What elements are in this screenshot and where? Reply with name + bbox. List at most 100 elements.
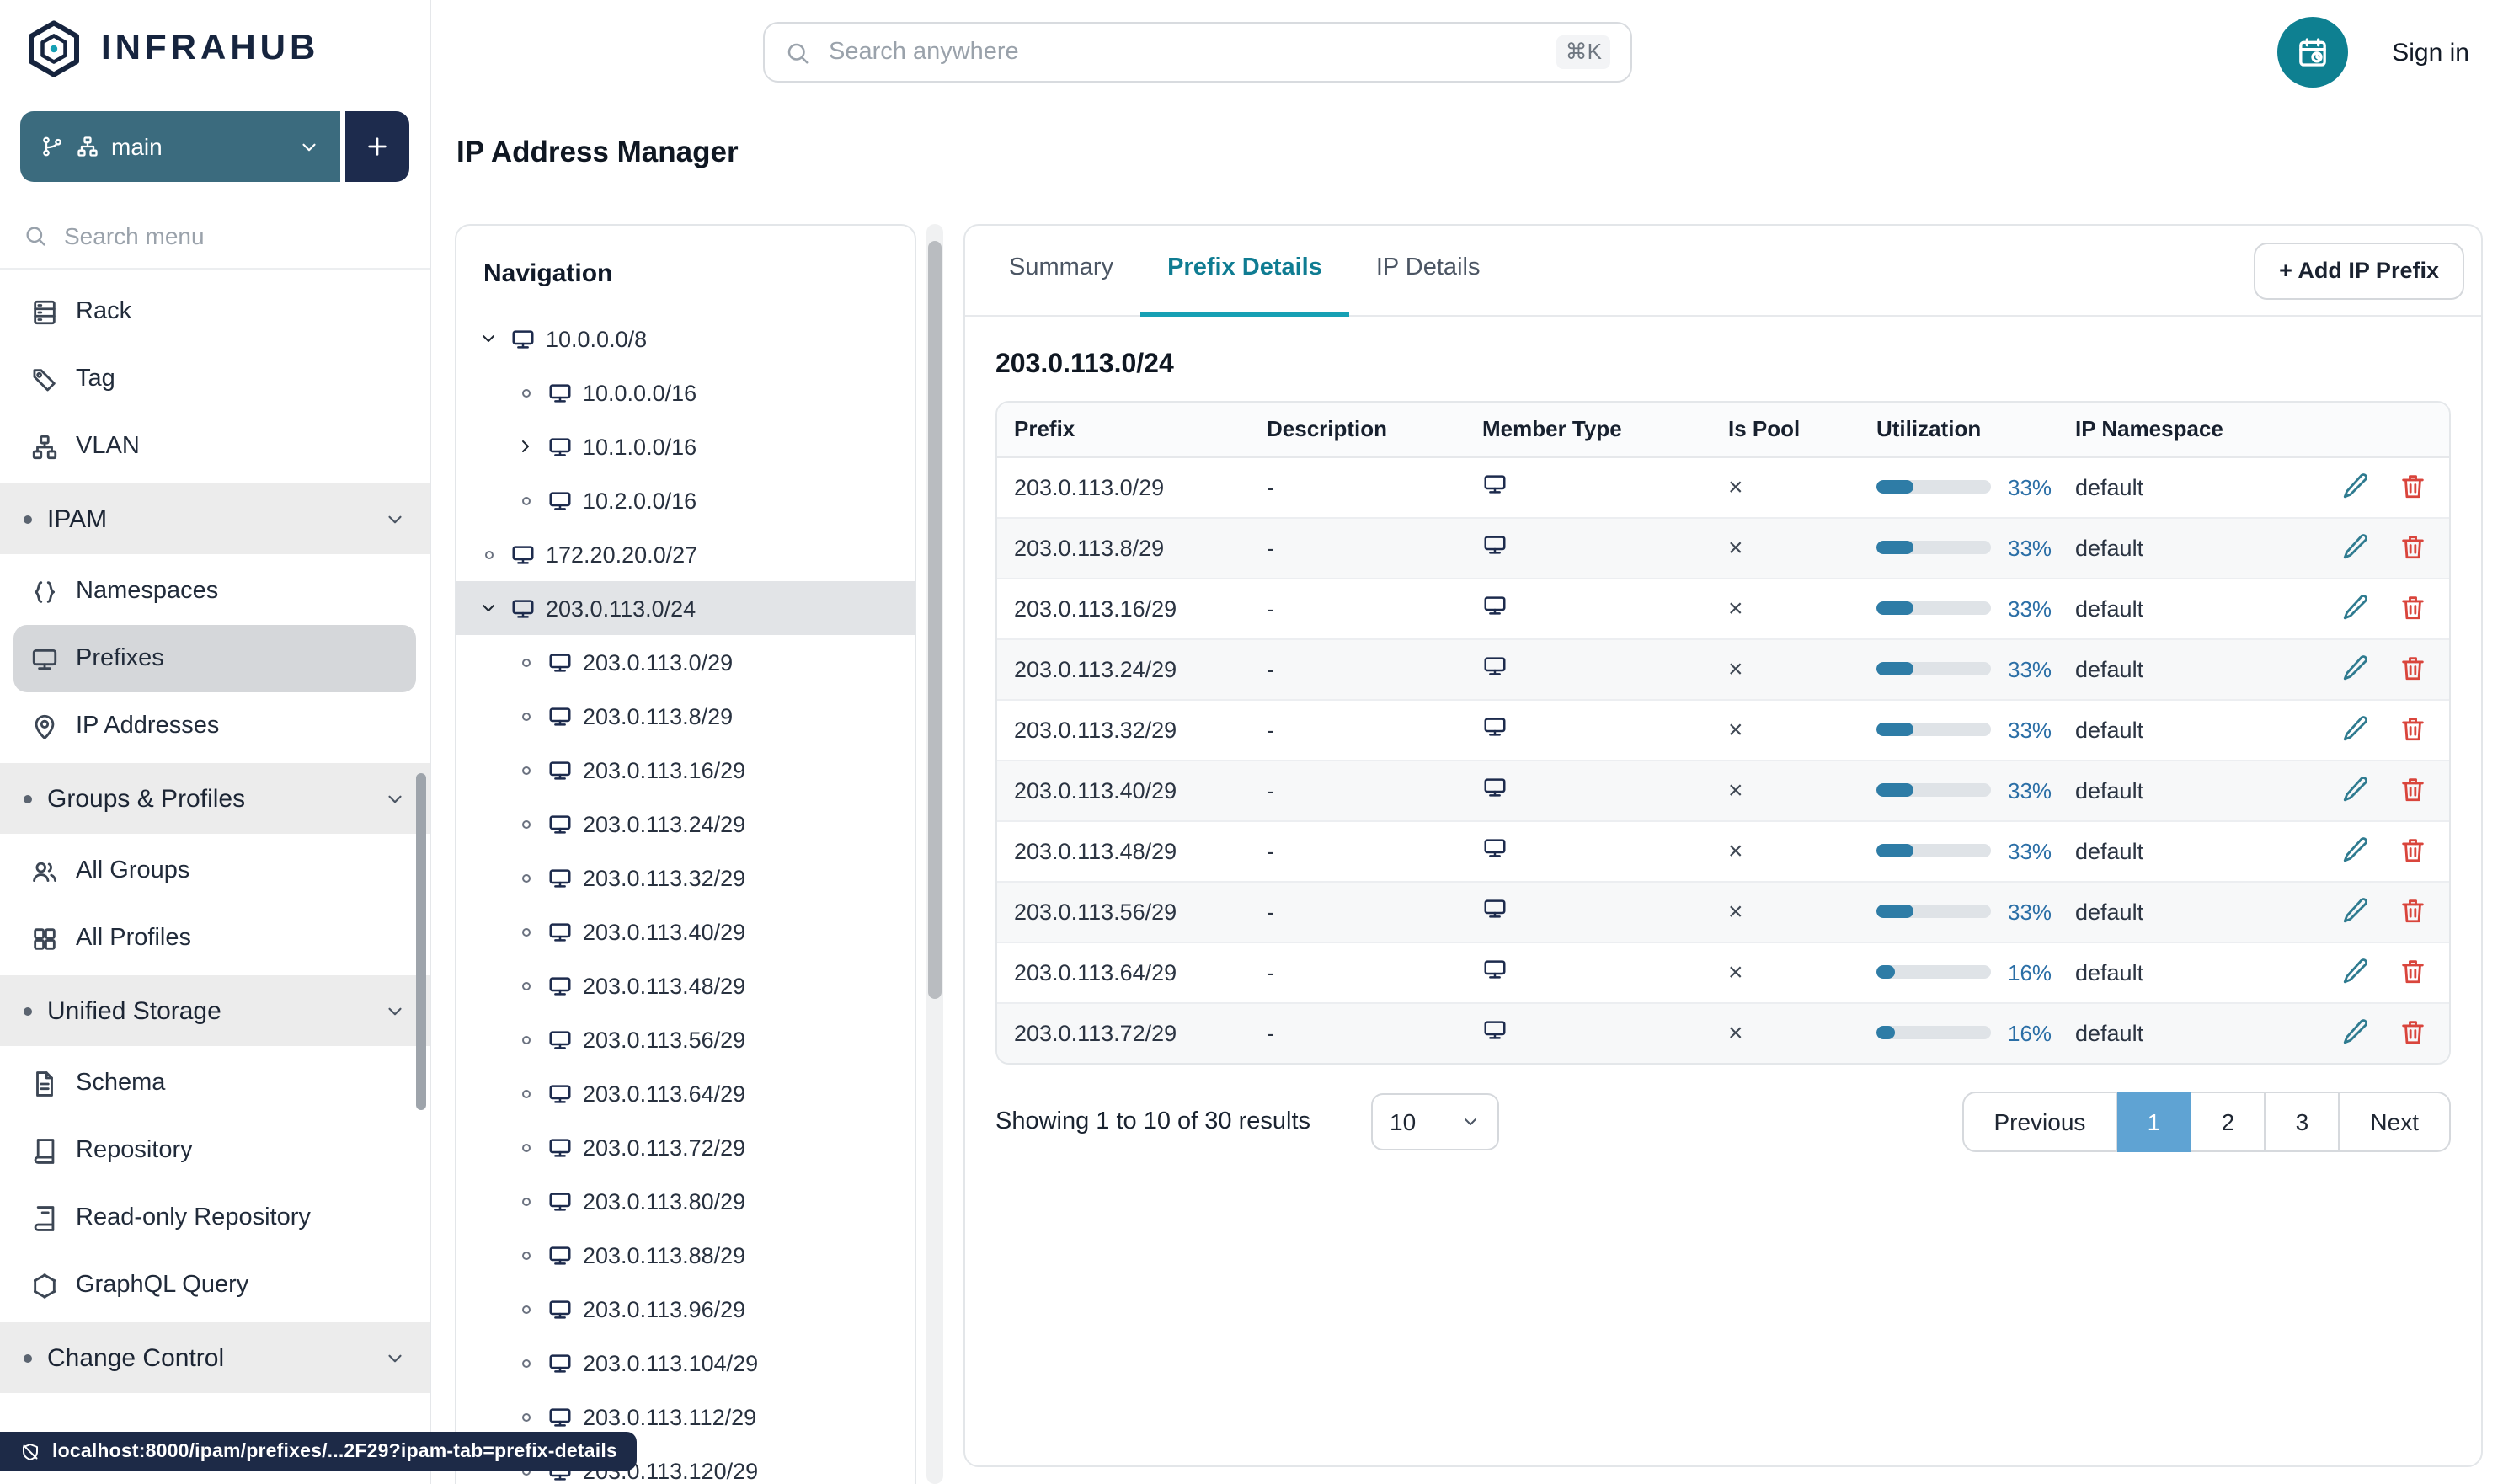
tree-item-203-0-113-8-29[interactable]: 203.0.113.8/29 — [456, 689, 915, 743]
delete-button[interactable] — [2399, 654, 2429, 684]
prefix-cell[interactable]: 203.0.113.40/29 — [997, 760, 1250, 821]
edit-button[interactable] — [2341, 896, 2372, 926]
tree-item-203-0-113-80-29[interactable]: 203.0.113.80/29 — [456, 1174, 915, 1228]
sidebar-item-graphql-query[interactable]: GraphQL Query — [13, 1252, 416, 1319]
table-row: 203.0.113.8/29- × 33% default — [997, 517, 2449, 579]
sidebar-group-unified-storage[interactable]: Unified Storage — [0, 975, 430, 1046]
tree-item-203-0-113-48-29[interactable]: 203.0.113.48/29 — [456, 958, 915, 1012]
page-button-2[interactable]: 2 — [2191, 1092, 2266, 1152]
prefix-cell[interactable]: 203.0.113.32/29 — [997, 699, 1250, 761]
prefix-cell[interactable]: 203.0.113.56/29 — [997, 881, 1250, 942]
scrollbar-thumb[interactable] — [928, 241, 942, 999]
global-search-input[interactable] — [825, 37, 1542, 67]
chevron-down-icon[interactable] — [477, 598, 500, 618]
add-ip-prefix-button[interactable]: + Add IP Prefix — [2254, 242, 2464, 299]
sidebar-item-schema[interactable]: Schema — [13, 1049, 416, 1117]
tree-item-10-0-0-0-16[interactable]: 10.0.0.0/16 — [456, 366, 915, 419]
chevron-right-icon[interactable] — [514, 436, 537, 456]
tree-item-203-0-113-32-29[interactable]: 203.0.113.32/29 — [456, 851, 915, 905]
sidebar-group-groups-profiles[interactable]: Groups & Profiles — [0, 763, 430, 834]
sidebar-group-change-control[interactable]: Change Control — [0, 1322, 430, 1393]
edit-button[interactable] — [2341, 654, 2372, 684]
tree-item-203-0-113-24-29[interactable]: 203.0.113.24/29 — [456, 797, 915, 851]
tree-item-203-0-113-72-29[interactable]: 203.0.113.72/29 — [456, 1120, 915, 1174]
sidebar-item-repository[interactable]: Repository — [13, 1117, 416, 1184]
column-header-actions — [2257, 403, 2449, 457]
leaf-dot-icon — [514, 873, 537, 882]
prefix-cell[interactable]: 203.0.113.72/29 — [997, 1002, 1250, 1063]
prefix-cell[interactable]: 203.0.113.48/29 — [997, 820, 1250, 882]
utilization-bar — [1876, 905, 1991, 918]
sidebar-item-all-profiles[interactable]: All Profiles — [13, 905, 416, 972]
sidebar-item-vlan[interactable]: VLAN — [13, 413, 416, 480]
edit-button[interactable] — [2341, 472, 2372, 502]
prefix-cell[interactable]: 203.0.113.16/29 — [997, 578, 1250, 639]
delete-button[interactable] — [2399, 714, 2429, 745]
actions-cell — [2257, 881, 2449, 942]
edit-button[interactable] — [2341, 714, 2372, 745]
description-cell: - — [1250, 820, 1465, 882]
branch-selector[interactable]: main — [20, 111, 340, 182]
prefix-cell[interactable]: 203.0.113.0/29 — [997, 456, 1250, 518]
edit-button[interactable] — [2341, 957, 2372, 987]
delete-button[interactable] — [2399, 896, 2429, 926]
prefix-cell[interactable]: 203.0.113.64/29 — [997, 942, 1250, 1003]
sidebar-item-read-only-repository[interactable]: Read-only Repository — [13, 1184, 416, 1252]
previous-button[interactable]: Previous — [1961, 1092, 2118, 1152]
tree-item-203-0-113-64-29[interactable]: 203.0.113.64/29 — [456, 1066, 915, 1120]
tab-prefix-details[interactable]: Prefix Details — [1140, 226, 1349, 316]
next-button[interactable]: Next — [2340, 1092, 2451, 1152]
infrahub-logo[interactable]: INFRAHUB — [0, 0, 430, 98]
tree-item-203-0-113-88-29[interactable]: 203.0.113.88/29 — [456, 1228, 915, 1282]
tree-item-203-0-113-96-29[interactable]: 203.0.113.96/29 — [456, 1282, 915, 1336]
sidebar-group-ipam[interactable]: IPAM — [0, 483, 430, 554]
tab-summary[interactable]: Summary — [982, 226, 1140, 316]
tab-ip-details[interactable]: IP Details — [1349, 226, 1508, 316]
sign-in-link[interactable]: Sign in — [2392, 38, 2469, 67]
tree-item-203-0-113-40-29[interactable]: 203.0.113.40/29 — [456, 905, 915, 958]
tree-item-203-0-113-56-29[interactable]: 203.0.113.56/29 — [456, 1012, 915, 1066]
sidebar-item-all-groups[interactable]: All Groups — [13, 837, 416, 905]
tree-item-10-1-0-0-16[interactable]: 10.1.0.0/16 — [456, 419, 915, 473]
sidebar-item-rack[interactable]: Rack — [13, 278, 416, 345]
sidebar-item-prefixes[interactable]: Prefixes — [13, 625, 416, 692]
is-pool-cell: × — [1711, 1002, 1860, 1063]
edit-button[interactable] — [2341, 593, 2372, 623]
sidebar-search-input[interactable] — [61, 220, 406, 250]
prefix-cell[interactable]: 203.0.113.24/29 — [997, 638, 1250, 700]
edit-button[interactable] — [2341, 532, 2372, 563]
delete-button[interactable] — [2399, 835, 2429, 866]
sidebar-item-ip-addresses[interactable]: IP Addresses — [13, 692, 416, 760]
tree-item-172-20-20-0-27[interactable]: 172.20.20.0/27 — [456, 527, 915, 581]
delete-button[interactable] — [2399, 593, 2429, 623]
edit-button[interactable] — [2341, 1018, 2372, 1049]
utilization-bar — [1876, 723, 1991, 736]
delete-button[interactable] — [2399, 472, 2429, 502]
delete-button[interactable] — [2399, 1018, 2429, 1049]
navigation-scrollbar[interactable] — [926, 224, 943, 1484]
sidebar-search — [0, 202, 430, 270]
tree-item-203-0-113-16-29[interactable]: 203.0.113.16/29 — [456, 743, 915, 797]
sidebar-scrollbar[interactable] — [416, 773, 426, 1110]
delete-button[interactable] — [2399, 532, 2429, 563]
tree-item-203-0-113-0-29[interactable]: 203.0.113.0/29 — [456, 635, 915, 689]
schedule-button[interactable] — [2277, 17, 2349, 88]
tree-item-203-0-113-0-24[interactable]: 203.0.113.0/24 — [456, 581, 915, 635]
sidebar-item-tag[interactable]: Tag — [13, 345, 416, 413]
edit-button[interactable] — [2341, 775, 2372, 805]
delete-button[interactable] — [2399, 775, 2429, 805]
plus-icon — [364, 133, 391, 160]
leaf-dot-icon — [514, 658, 537, 666]
page-button-3[interactable]: 3 — [2266, 1092, 2340, 1152]
add-branch-button[interactable] — [345, 111, 409, 182]
page-button-1[interactable]: 1 — [2117, 1092, 2192, 1152]
delete-button[interactable] — [2399, 957, 2429, 987]
tree-item-203-0-113-104-29[interactable]: 203.0.113.104/29 — [456, 1336, 915, 1390]
sidebar-item-namespaces[interactable]: Namespaces — [13, 558, 416, 625]
edit-button[interactable] — [2341, 835, 2372, 866]
tree-item-10-2-0-0-16[interactable]: 10.2.0.0/16 — [456, 473, 915, 527]
prefix-cell[interactable]: 203.0.113.8/29 — [997, 517, 1250, 579]
tree-item-10-0-0-0-8[interactable]: 10.0.0.0/8 — [456, 312, 915, 366]
page-size-select[interactable]: 10 — [1371, 1093, 1500, 1150]
chevron-down-icon[interactable] — [477, 328, 500, 349]
